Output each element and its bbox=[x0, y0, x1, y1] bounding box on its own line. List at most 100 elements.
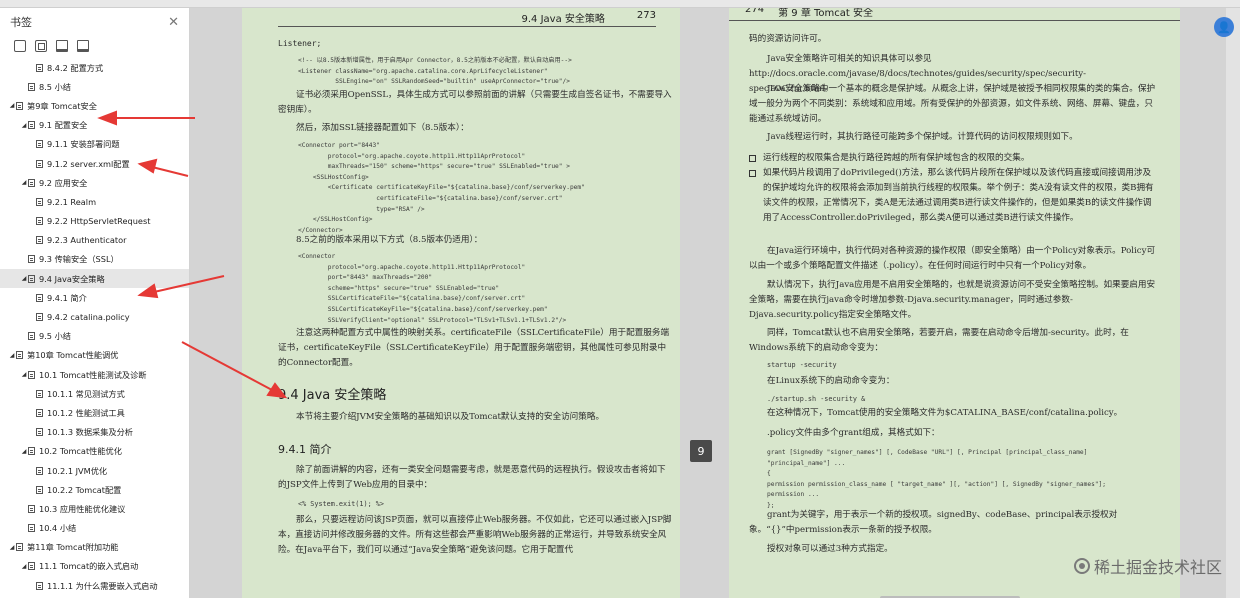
paragraph: 那么，只要远程访问该JSP页面，就可以直接停止Web服务器。不仅如此，它还可以通… bbox=[278, 515, 672, 555]
expand-triangle-icon[interactable]: ◢ bbox=[8, 352, 16, 359]
bookmark-icon bbox=[36, 159, 43, 168]
code-line: <% System.exit(1); %> bbox=[298, 500, 384, 508]
pdf-page-273: 9.4 Java 安全策略 273 Listener; <!-- 以8.5版本新… bbox=[242, 8, 680, 598]
toc-item[interactable]: 9.1.1 安装部署问题 bbox=[0, 135, 189, 154]
page-number: 273 bbox=[636, 10, 656, 21]
toc-item[interactable]: 9.3 传输安全（SSL） bbox=[0, 250, 189, 269]
bookmark-icon bbox=[28, 332, 35, 341]
expand-triangle-icon[interactable]: ◢ bbox=[8, 544, 16, 551]
toc-item[interactable]: 8.4.2 配置方式 bbox=[0, 58, 189, 77]
toc-item[interactable]: ◢ 9.2 应用安全 bbox=[0, 173, 189, 192]
bookmark-add-icon[interactable] bbox=[56, 40, 68, 52]
paragraph: 默认情况下，执行Java应用是不启用安全策略的，也就是说资源访问不受安全策略控制… bbox=[749, 280, 1156, 320]
bookmark-icon bbox=[28, 178, 35, 187]
toc-item[interactable]: 10.2.1 JVM优化 bbox=[0, 461, 189, 480]
paragraph: 证书必须采用OpenSSL，具体生成方式可以参照前面的讲解（只需要生成自签名证书… bbox=[278, 90, 672, 115]
juejin-logo-icon bbox=[1073, 558, 1090, 574]
toc-item[interactable]: 11.1.1 为什么需要嵌入式启动 bbox=[0, 576, 189, 595]
expand-triangle-icon[interactable]: ◢ bbox=[20, 179, 28, 186]
sidebar-toolbar bbox=[0, 36, 189, 58]
toc-item[interactable]: ◢ 11.1 Tomcat的嵌入式启动 bbox=[0, 557, 189, 576]
paragraph: 本节将主要介绍JVM安全策略的基础知识以及Tomcat默认支持的安全访问策略。 bbox=[296, 412, 605, 422]
expand-triangle-icon[interactable]: ◢ bbox=[20, 275, 28, 282]
user-avatar-icon[interactable]: 👤 bbox=[1214, 17, 1234, 37]
page-header: 9.4 Java 安全策略 273 bbox=[278, 10, 656, 27]
bookmark-icon bbox=[28, 370, 35, 379]
toc-item[interactable]: ◢ 第11章 Tomcat附加功能 bbox=[0, 538, 189, 557]
pdf-reader-window: 书签 ✕ 8.4.2 配置方式 8.5 小结 ◢ 第9章 Tomcat安全 ◢ 9.… bbox=[0, 0, 1240, 598]
toc-item[interactable]: ◢ 9.1 配置安全 bbox=[0, 116, 189, 135]
bookmark-icon bbox=[28, 255, 35, 264]
paragraph: 在Java运行环境中，执行代码对各种资源的操作权限（即安全策略）由一个Polic… bbox=[749, 246, 1156, 271]
expand-triangle-icon[interactable]: ◢ bbox=[20, 448, 28, 455]
bookmark-icon bbox=[36, 63, 43, 72]
toc-item[interactable]: ◢ 10.1 Tomcat性能测试及诊断 bbox=[0, 365, 189, 384]
paragraph: 除了前面讲解的内容，还有一类安全问题需要考虑，就是恶意代码的远程执行。假设攻击者… bbox=[278, 465, 666, 490]
toc-item[interactable]: 10.2.2 Tomcat配置 bbox=[0, 480, 189, 499]
pdf-page-274: 274 第 9 章 Tomcat 安全 码的资源访问许可。 Java安全策略许可… bbox=[729, 8, 1180, 598]
toc-item-active[interactable]: ◢ 9.4 Java安全策略 bbox=[0, 269, 189, 289]
bookmark-collapse-icon[interactable] bbox=[35, 40, 47, 52]
bullet-item: 运行线程的权限集合是执行路径跨越的所有保护域包含的权限的交集。 bbox=[749, 151, 1159, 166]
bookmark-icon bbox=[28, 447, 35, 456]
bookmark-icon bbox=[36, 389, 43, 398]
toc-item[interactable]: 9.2.3 Authenticator bbox=[0, 231, 189, 250]
toc-item[interactable]: 9.1.2 server.xml配置 bbox=[0, 154, 189, 173]
bookmark-icon bbox=[16, 101, 23, 110]
paragraph: grant为关键字，用于表示一个新的授权项。signedBy、codeBase、… bbox=[749, 510, 1118, 535]
code-block: <Connector port="8443" protocol="org.apa… bbox=[298, 142, 585, 234]
toc-item[interactable]: 9.4.1 简介 bbox=[0, 288, 189, 307]
bookmark-icon bbox=[28, 562, 35, 571]
toc-item[interactable]: 9.4.2 catalina.policy bbox=[0, 307, 189, 326]
toc-item[interactable]: ◢ 第9章 Tomcat安全 bbox=[0, 96, 189, 115]
bookmark-flag-icon[interactable] bbox=[77, 40, 89, 52]
code-line: startup -security bbox=[767, 361, 837, 369]
bookmark-icon bbox=[36, 313, 43, 322]
bookmark-icon bbox=[28, 504, 35, 513]
expand-triangle-icon[interactable]: ◢ bbox=[8, 102, 16, 109]
bookmark-icon bbox=[16, 543, 23, 552]
expand-triangle-icon[interactable]: ◢ bbox=[20, 563, 28, 570]
vertical-scrollbar[interactable] bbox=[1226, 8, 1240, 598]
toc-item[interactable]: 8.5 小结 bbox=[0, 77, 189, 96]
toc-item[interactable]: 10.1.2 性能测试工具 bbox=[0, 403, 189, 422]
toc-item[interactable]: 9.2.1 Realm bbox=[0, 192, 189, 211]
code-block: grant [SignedBy "signer_names"] [, CodeB… bbox=[767, 449, 1106, 509]
toc-item[interactable]: 10.1.1 常见测试方式 bbox=[0, 384, 189, 403]
paragraph: 同样，Tomcat默认也不启用安全策略，若要开启，需要在启动命令后增加-secu… bbox=[749, 328, 1129, 353]
bullet-item: 如果代码片段调用了doPrivileged()方法，那么该代码片段所在保护域以及… bbox=[749, 166, 1159, 226]
sidebar-header: 书签 ✕ bbox=[0, 8, 189, 36]
toc-item[interactable]: 9.2.2 HttpServletRequest bbox=[0, 212, 189, 231]
bookmark-icon bbox=[36, 485, 43, 494]
bookmark-icon bbox=[16, 351, 23, 360]
site-watermark: 稀土掘金技术社区 bbox=[1073, 554, 1222, 578]
checkbox-bullet-icon bbox=[749, 155, 756, 162]
running-header-title: 第 9 章 Tomcat 安全 bbox=[778, 8, 873, 19]
bookmark-icon bbox=[36, 236, 43, 245]
toc-item[interactable]: ◢ 第10章 Tomcat性能调优 bbox=[0, 346, 189, 365]
watermark-text: 稀土掘金技术社区 bbox=[1093, 558, 1222, 577]
page-indicator-badge: 9 bbox=[690, 440, 712, 462]
bookmark-icon bbox=[36, 428, 43, 437]
close-icon[interactable]: ✕ bbox=[168, 15, 179, 30]
document-viewer[interactable]: 9.4 Java 安全策略 273 Listener; <!-- 以8.5版本新… bbox=[190, 8, 1240, 598]
top-toolbar bbox=[0, 0, 1240, 8]
running-header-title: 9.4 Java 安全策略 bbox=[521, 14, 605, 25]
toc-item[interactable]: 10.3 应用性能优化建议 bbox=[0, 499, 189, 518]
bookmark-icon bbox=[28, 82, 35, 91]
paragraph: 码的资源访问许可。 bbox=[749, 34, 827, 44]
toc-item[interactable]: 10.1.3 数据采集及分析 bbox=[0, 423, 189, 442]
toc-item[interactable]: 9.5 小结 bbox=[0, 327, 189, 346]
bookmark-icon bbox=[36, 293, 43, 302]
toc-item[interactable]: 10.4 小结 bbox=[0, 519, 189, 538]
toc-item[interactable]: ◢ 10.2 Tomcat性能优化 bbox=[0, 442, 189, 461]
sidebar-title: 书签 bbox=[10, 16, 32, 29]
expand-triangle-icon[interactable]: ◢ bbox=[20, 122, 28, 129]
bookmark-icon bbox=[36, 140, 43, 149]
bookmark-icon bbox=[36, 217, 43, 226]
paragraph: .policy文件由多个grant组成，其格式如下： bbox=[767, 428, 940, 438]
bookmark-icon bbox=[28, 274, 35, 283]
page-number: 274 bbox=[745, 8, 765, 15]
bookmark-expand-icon[interactable] bbox=[14, 40, 26, 52]
expand-triangle-icon[interactable]: ◢ bbox=[20, 371, 28, 378]
